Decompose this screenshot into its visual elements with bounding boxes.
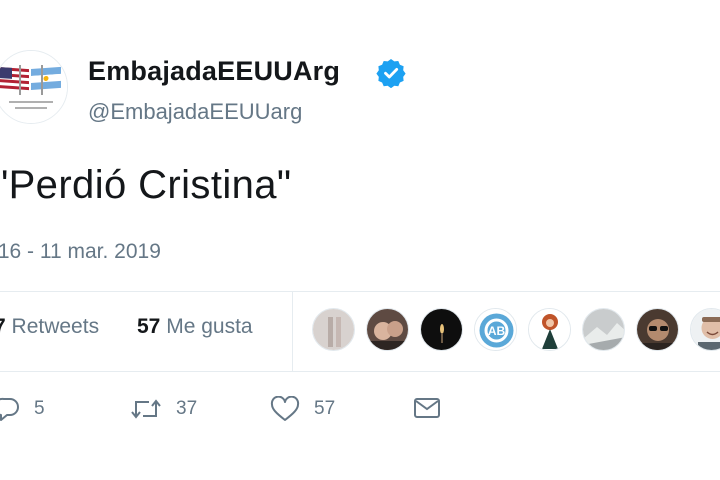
reply-count: 5 — [34, 398, 45, 419]
liker-avatar[interactable] — [366, 308, 409, 351]
liker-avatar[interactable] — [636, 308, 679, 351]
tweet-timestamp[interactable]: :16 - 11 mar. 2019 — [0, 240, 161, 264]
user-handle[interactable]: @EmbajadaEEUUarg — [88, 99, 302, 125]
liker-avatar-couple-icon — [367, 309, 408, 350]
retweets-count: 7 — [0, 315, 6, 338]
likes-stat[interactable]: 57 Me gusta — [137, 315, 253, 339]
liker-avatar-red-hair-character-icon — [529, 309, 570, 350]
liker-avatar[interactable]: AB — [474, 308, 517, 351]
retweet-button[interactable]: 37 — [130, 396, 197, 422]
retweet-count: 37 — [176, 398, 198, 419]
liker-avatar[interactable] — [312, 308, 355, 351]
divider — [0, 371, 720, 372]
liker-avatar-sunglasses-man-icon — [637, 309, 678, 350]
likes-label: Me gusta — [166, 315, 253, 338]
liker-avatar[interactable] — [420, 308, 463, 351]
liker-avatar[interactable] — [690, 308, 720, 351]
reply-icon — [0, 397, 19, 421]
liker-avatar-gray-figure-icon — [313, 309, 354, 350]
avatar[interactable] — [0, 50, 68, 124]
envelope-icon — [414, 398, 440, 418]
verified-badge-icon — [376, 58, 406, 89]
liker-avatar-gray-landscape-icon — [583, 309, 624, 350]
retweet-icon — [131, 399, 161, 419]
reply-button[interactable]: 5 — [0, 396, 45, 422]
us-argentina-flags-seal-icon — [0, 51, 67, 123]
like-button[interactable]: 57 — [270, 396, 335, 422]
heart-icon — [270, 396, 300, 421]
stats-divider — [292, 292, 293, 371]
liker-avatar-club-badge-icon: AB — [475, 309, 516, 350]
retweets-stat[interactable]: 7 Retweets — [0, 315, 99, 339]
liker-avatar[interactable] — [528, 308, 571, 351]
retweets-label: Retweets — [11, 315, 100, 338]
divider — [0, 291, 720, 292]
likes-count: 57 — [137, 315, 161, 338]
liker-avatar[interactable] — [582, 308, 625, 351]
tweet-text: "Perdió Cristina" — [0, 163, 292, 207]
liker-avatar-smiling-man-icon — [691, 309, 720, 350]
display-name[interactable]: EmbajadaEEUUArg — [88, 56, 340, 87]
likers-avatars: AB — [312, 308, 720, 352]
svg-text:AB: AB — [488, 324, 506, 338]
direct-message-button[interactable] — [413, 396, 441, 420]
like-count: 57 — [314, 398, 336, 419]
liker-avatar-dark-candle-icon — [421, 309, 462, 350]
